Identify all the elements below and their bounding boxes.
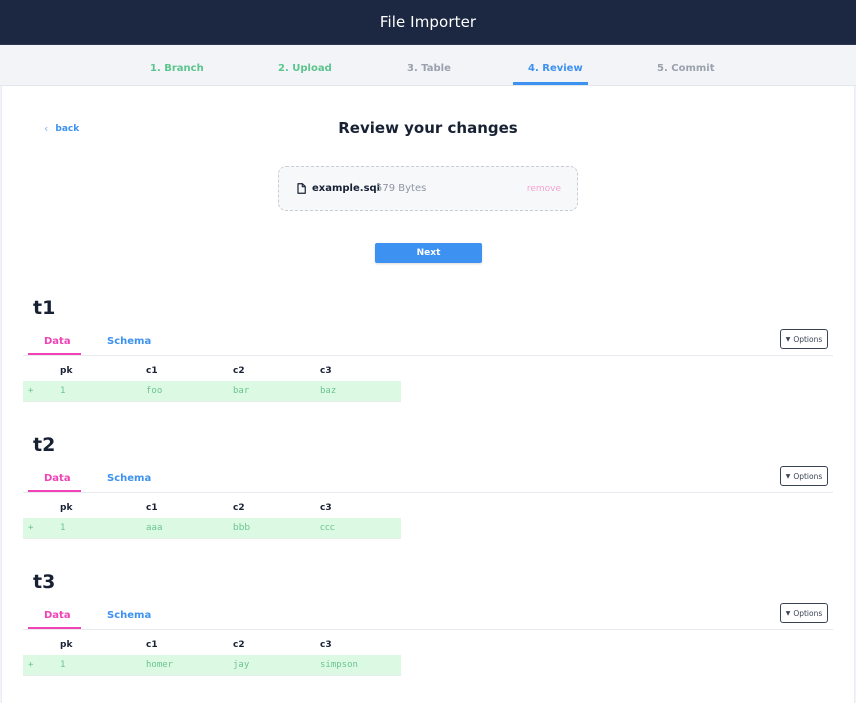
table-tabs: Data Schema	[23, 469, 833, 493]
options-label: Options	[793, 334, 823, 344]
column-header: c3	[320, 503, 332, 513]
file-icon	[297, 183, 306, 194]
tab-schema[interactable]: Schema	[107, 473, 151, 484]
table-row-added: + 1 homer jay simpson	[23, 655, 401, 676]
tab-schema[interactable]: Schema	[107, 336, 151, 347]
tab-schema[interactable]: Schema	[107, 610, 151, 621]
cell-c2: bbb	[233, 523, 251, 533]
column-header: c2	[233, 366, 245, 376]
step-commit[interactable]: 5. Commit	[657, 63, 715, 74]
cell-c1: aaa	[146, 523, 163, 533]
column-header: c2	[233, 503, 245, 513]
column-header: c3	[320, 640, 332, 650]
uploaded-file: example.sql 579 Bytes remove	[278, 166, 578, 211]
added-marker: +	[28, 386, 34, 396]
options-button[interactable]: ▼ Options	[780, 329, 828, 349]
cell-c2: bar	[233, 386, 250, 396]
active-step-indicator	[513, 82, 588, 85]
column-header: c2	[233, 640, 245, 650]
table-section-t2: t2 Data Schema ▼ Options pk c1 c2 c3 + 1…	[0, 434, 856, 564]
cell-c3: simpson	[320, 660, 358, 670]
column-header: c1	[146, 503, 158, 513]
tab-data[interactable]: Data	[44, 610, 71, 621]
import-stepper: 1. Branch 2. Upload 3. Table 4. Review 5…	[0, 46, 856, 86]
tab-data[interactable]: Data	[44, 473, 71, 484]
remove-file-button[interactable]: remove	[527, 184, 561, 194]
tab-data[interactable]: Data	[44, 336, 71, 347]
cell-c3: baz	[320, 386, 337, 396]
step-table[interactable]: 3. Table	[407, 63, 451, 74]
file-name: example.sql	[312, 183, 381, 194]
cell-c1: homer	[146, 660, 174, 670]
column-header: pk	[60, 640, 73, 650]
column-header: pk	[60, 503, 73, 513]
caret-down-icon: ▼	[785, 335, 791, 343]
cell-pk: 1	[60, 660, 66, 670]
file-size: 579 Bytes	[376, 183, 427, 194]
column-header: c1	[146, 366, 158, 376]
table-name: t1	[33, 297, 56, 319]
cell-c1: foo	[146, 386, 163, 396]
step-review[interactable]: 4. Review	[528, 63, 583, 74]
app-header: File Importer	[0, 0, 856, 45]
table-section-t3: t3 Data Schema ▼ Options pk c1 c2 c3 + 1…	[0, 571, 856, 701]
added-marker: +	[28, 523, 34, 533]
cell-c2: jay	[233, 660, 250, 670]
column-header: c1	[146, 640, 158, 650]
options-label: Options	[793, 608, 823, 618]
table-section-t1: t1 Data Schema ▼ Options pk c1 c2 c3 + 1…	[0, 297, 856, 427]
caret-down-icon: ▼	[785, 472, 791, 480]
column-header: pk	[60, 366, 73, 376]
next-button[interactable]: Next	[375, 243, 482, 263]
column-header: c3	[320, 366, 332, 376]
table-name: t2	[33, 434, 56, 456]
cell-pk: 1	[60, 523, 66, 533]
table-tabs: Data Schema	[23, 606, 833, 630]
caret-down-icon: ▼	[785, 609, 791, 617]
options-label: Options	[793, 471, 823, 481]
table-tabs: Data Schema	[23, 332, 833, 356]
cell-pk: 1	[60, 386, 66, 396]
added-marker: +	[28, 660, 34, 670]
step-upload[interactable]: 2. Upload	[278, 63, 332, 74]
table-name: t3	[33, 571, 56, 593]
options-button[interactable]: ▼ Options	[780, 603, 828, 623]
active-tab-indicator	[28, 490, 81, 492]
active-tab-indicator	[28, 627, 81, 629]
step-branch[interactable]: 1. Branch	[150, 63, 204, 74]
active-tab-indicator	[28, 353, 81, 355]
app-title: File Importer	[379, 13, 477, 31]
options-button[interactable]: ▼ Options	[780, 466, 828, 486]
page-title: Review your changes	[338, 119, 518, 137]
cell-c3: ccc	[320, 523, 335, 533]
table-row-added: + 1 aaa bbb ccc	[23, 518, 401, 539]
table-row-added: + 1 foo bar baz	[23, 381, 401, 402]
